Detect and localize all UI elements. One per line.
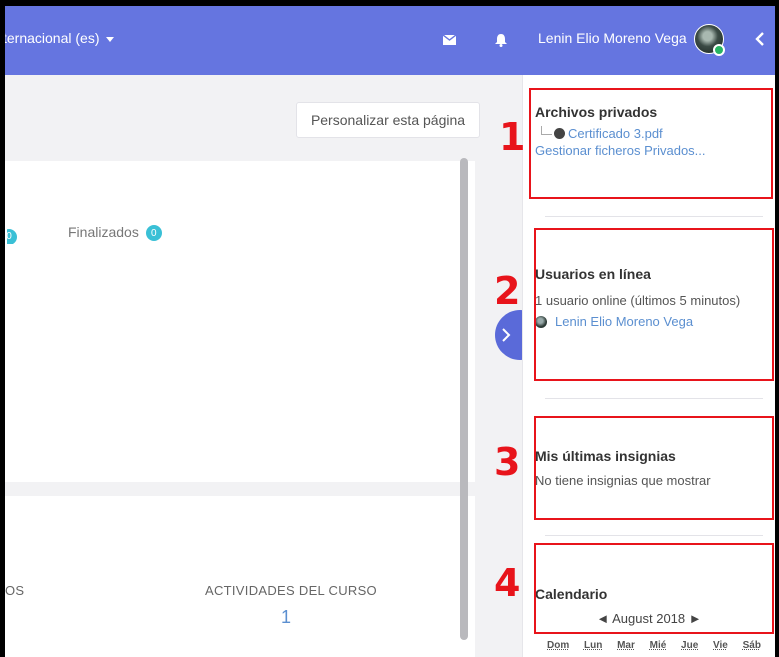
language-menu[interactable]: ternacional (es) [5, 30, 114, 46]
weekday: Sáb [742, 640, 761, 651]
top-navbar: ternacional (es) Lenin Elio Moreno Vega [5, 6, 775, 75]
finished-count-badge: 0 [145, 225, 162, 242]
column-header-partial: OS [5, 583, 25, 598]
bell-icon[interactable] [493, 32, 509, 48]
customize-page-button[interactable]: Personalizar esta página [296, 102, 480, 138]
course-overview-card [5, 161, 475, 482]
chevron-right-icon [502, 328, 511, 342]
user-name[interactable]: Lenin Elio Moreno Vega [538, 30, 687, 46]
status-badge-partial: 0 [7, 228, 27, 244]
annotation-number-4: 4 [494, 561, 521, 605]
envelope-icon[interactable] [441, 32, 457, 48]
language-label: ternacional (es) [5, 30, 100, 46]
weekday: Jue [681, 640, 699, 651]
browser-frame: ternacional (es) Lenin Elio Moreno Vega … [5, 6, 775, 657]
annotation-number-2: 2 [494, 269, 521, 313]
annotation-number-1: 1 [499, 115, 526, 159]
caret-down-icon [105, 36, 114, 42]
column-header-activities: ACTIVIDADES DEL CURSO [205, 583, 377, 598]
weekday: Dom [547, 640, 570, 651]
block-divider [545, 535, 763, 536]
annotation-box-3 [534, 416, 774, 520]
activities-count[interactable]: 1 [281, 607, 291, 628]
annotation-box-1 [529, 88, 773, 199]
count-badge: 0 [7, 228, 17, 244]
weekday: Mié [649, 640, 667, 651]
annotation-box-2 [534, 228, 774, 381]
weekday: Mar [617, 640, 635, 651]
block-divider [545, 216, 763, 217]
finished-label: Finalizados [68, 224, 139, 240]
annotation-box-4 [534, 543, 774, 634]
annotation-number-3: 3 [494, 440, 521, 484]
weekday: Vie [713, 640, 728, 651]
weekday: Lun [583, 640, 603, 651]
calendar-weekdays: Dom Lun Mar Mié Jue Vie Sáb [535, 640, 763, 651]
main-scrollbar[interactable] [460, 158, 468, 640]
chevron-left-icon[interactable] [751, 28, 769, 50]
block-divider [545, 398, 763, 399]
finished-filter[interactable]: Finalizados 0 [68, 224, 162, 242]
online-status-dot [713, 44, 725, 56]
course-activities-card [5, 496, 475, 657]
